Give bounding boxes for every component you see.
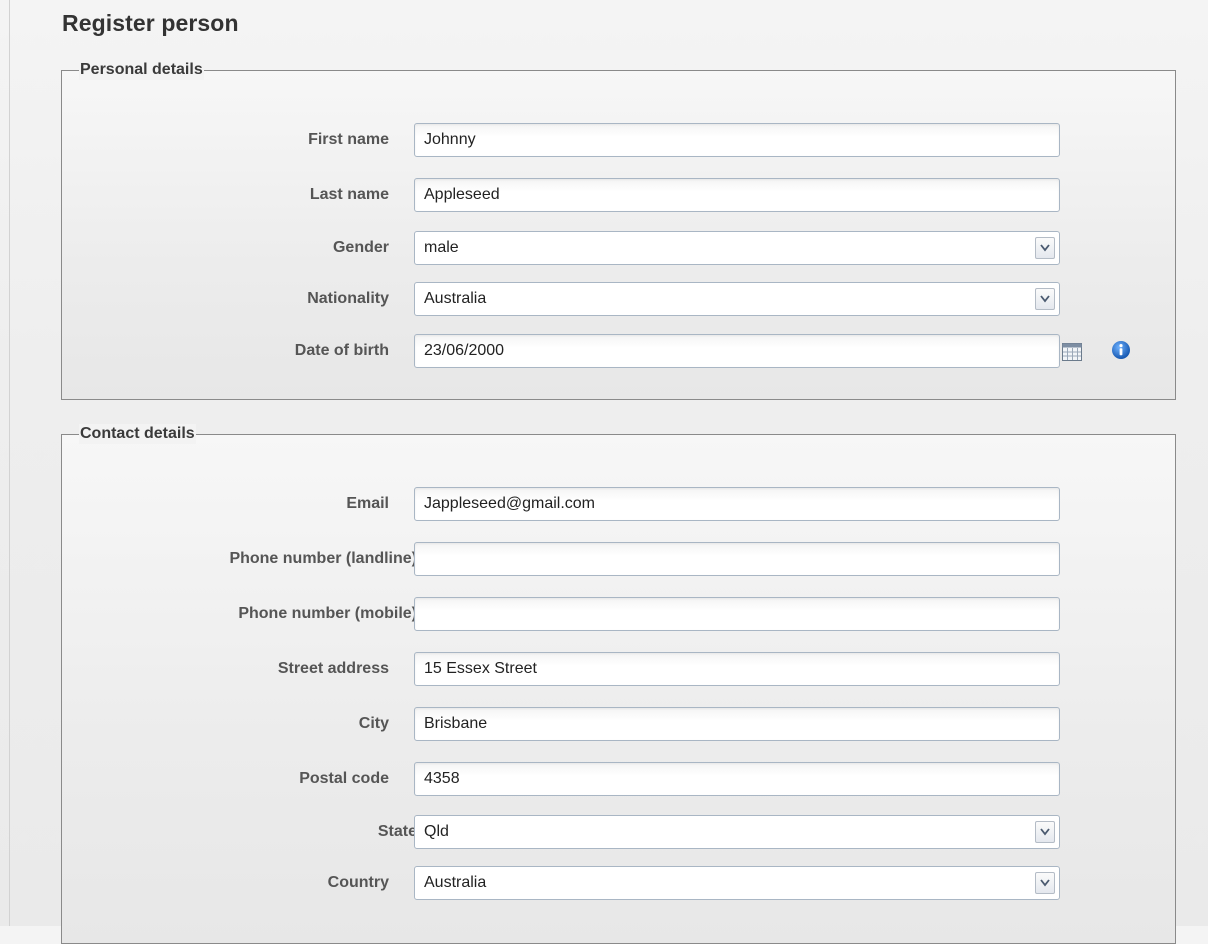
page-left-rule <box>9 0 10 926</box>
first-name-label: First name <box>308 131 389 148</box>
street-address-input[interactable] <box>414 652 1060 686</box>
phone-landline-row: Phone number (landline) <box>62 542 1177 576</box>
contact-details-fieldset: Contact details Email * Phone number (la… <box>61 424 1177 944</box>
email-row: Email * <box>62 487 1177 521</box>
gender-label: Gender <box>332 239 389 256</box>
postal-code-row: Postal code * <box>62 762 1177 796</box>
country-select[interactable]: Australia <box>414 866 1060 900</box>
gender-select[interactable]: male <box>414 231 1060 265</box>
country-row: Country * Australia <box>62 866 1177 900</box>
state-row: State Qld <box>62 815 1177 849</box>
calendar-icon[interactable] <box>1062 343 1082 361</box>
city-label: City <box>358 715 389 732</box>
gender-row: Gender * male <box>62 231 1177 265</box>
street-address-row: Street address * <box>62 652 1177 686</box>
email-input[interactable] <box>414 487 1060 521</box>
personal-details-legend: Personal details <box>79 60 204 80</box>
phone-mobile-row: Phone number (mobile) <box>62 597 1177 631</box>
country-selected-value: Australia <box>424 874 487 891</box>
postal-code-label: Postal code <box>299 770 389 787</box>
chevron-down-icon[interactable] <box>1035 288 1055 310</box>
date-of-birth-label: Date of birth <box>294 342 389 359</box>
info-icon[interactable] <box>1111 340 1131 360</box>
phone-landline-label: Phone number (landline) <box>229 550 417 567</box>
last-name-label: Last name <box>309 186 389 203</box>
last-name-input[interactable] <box>414 178 1060 212</box>
chevron-down-icon[interactable] <box>1035 237 1055 259</box>
city-input[interactable] <box>414 707 1060 741</box>
phone-mobile-input[interactable] <box>414 597 1060 631</box>
date-of-birth-row: Date of birth * <box>62 334 1177 368</box>
personal-details-fieldset: Personal details First name * Last name … <box>61 60 1177 400</box>
state-select[interactable]: Qld <box>414 815 1060 849</box>
postal-code-input[interactable] <box>414 762 1060 796</box>
first-name-row: First name * <box>62 123 1177 157</box>
nationality-select[interactable]: Australia <box>414 282 1060 316</box>
state-label: State <box>377 823 417 840</box>
first-name-input[interactable] <box>414 123 1060 157</box>
phone-mobile-label: Phone number (mobile) <box>238 605 417 622</box>
country-label: Country <box>327 874 389 891</box>
state-selected-value: Qld <box>424 823 449 840</box>
page-title: Register person <box>62 10 239 36</box>
date-of-birth-input[interactable] <box>414 334 1060 368</box>
nationality-selected-value: Australia <box>424 290 487 307</box>
contact-details-legend: Contact details <box>79 424 196 444</box>
email-label: Email <box>346 495 389 512</box>
city-row: City * <box>62 707 1177 741</box>
chevron-down-icon[interactable] <box>1035 872 1055 894</box>
nationality-row: Nationality * Australia <box>62 282 1177 316</box>
chevron-down-icon[interactable] <box>1035 821 1055 843</box>
street-address-label: Street address <box>277 660 389 677</box>
phone-landline-input[interactable] <box>414 542 1060 576</box>
nationality-label: Nationality <box>307 290 389 307</box>
gender-selected-value: male <box>424 239 459 256</box>
last-name-row: Last name * <box>62 178 1177 212</box>
